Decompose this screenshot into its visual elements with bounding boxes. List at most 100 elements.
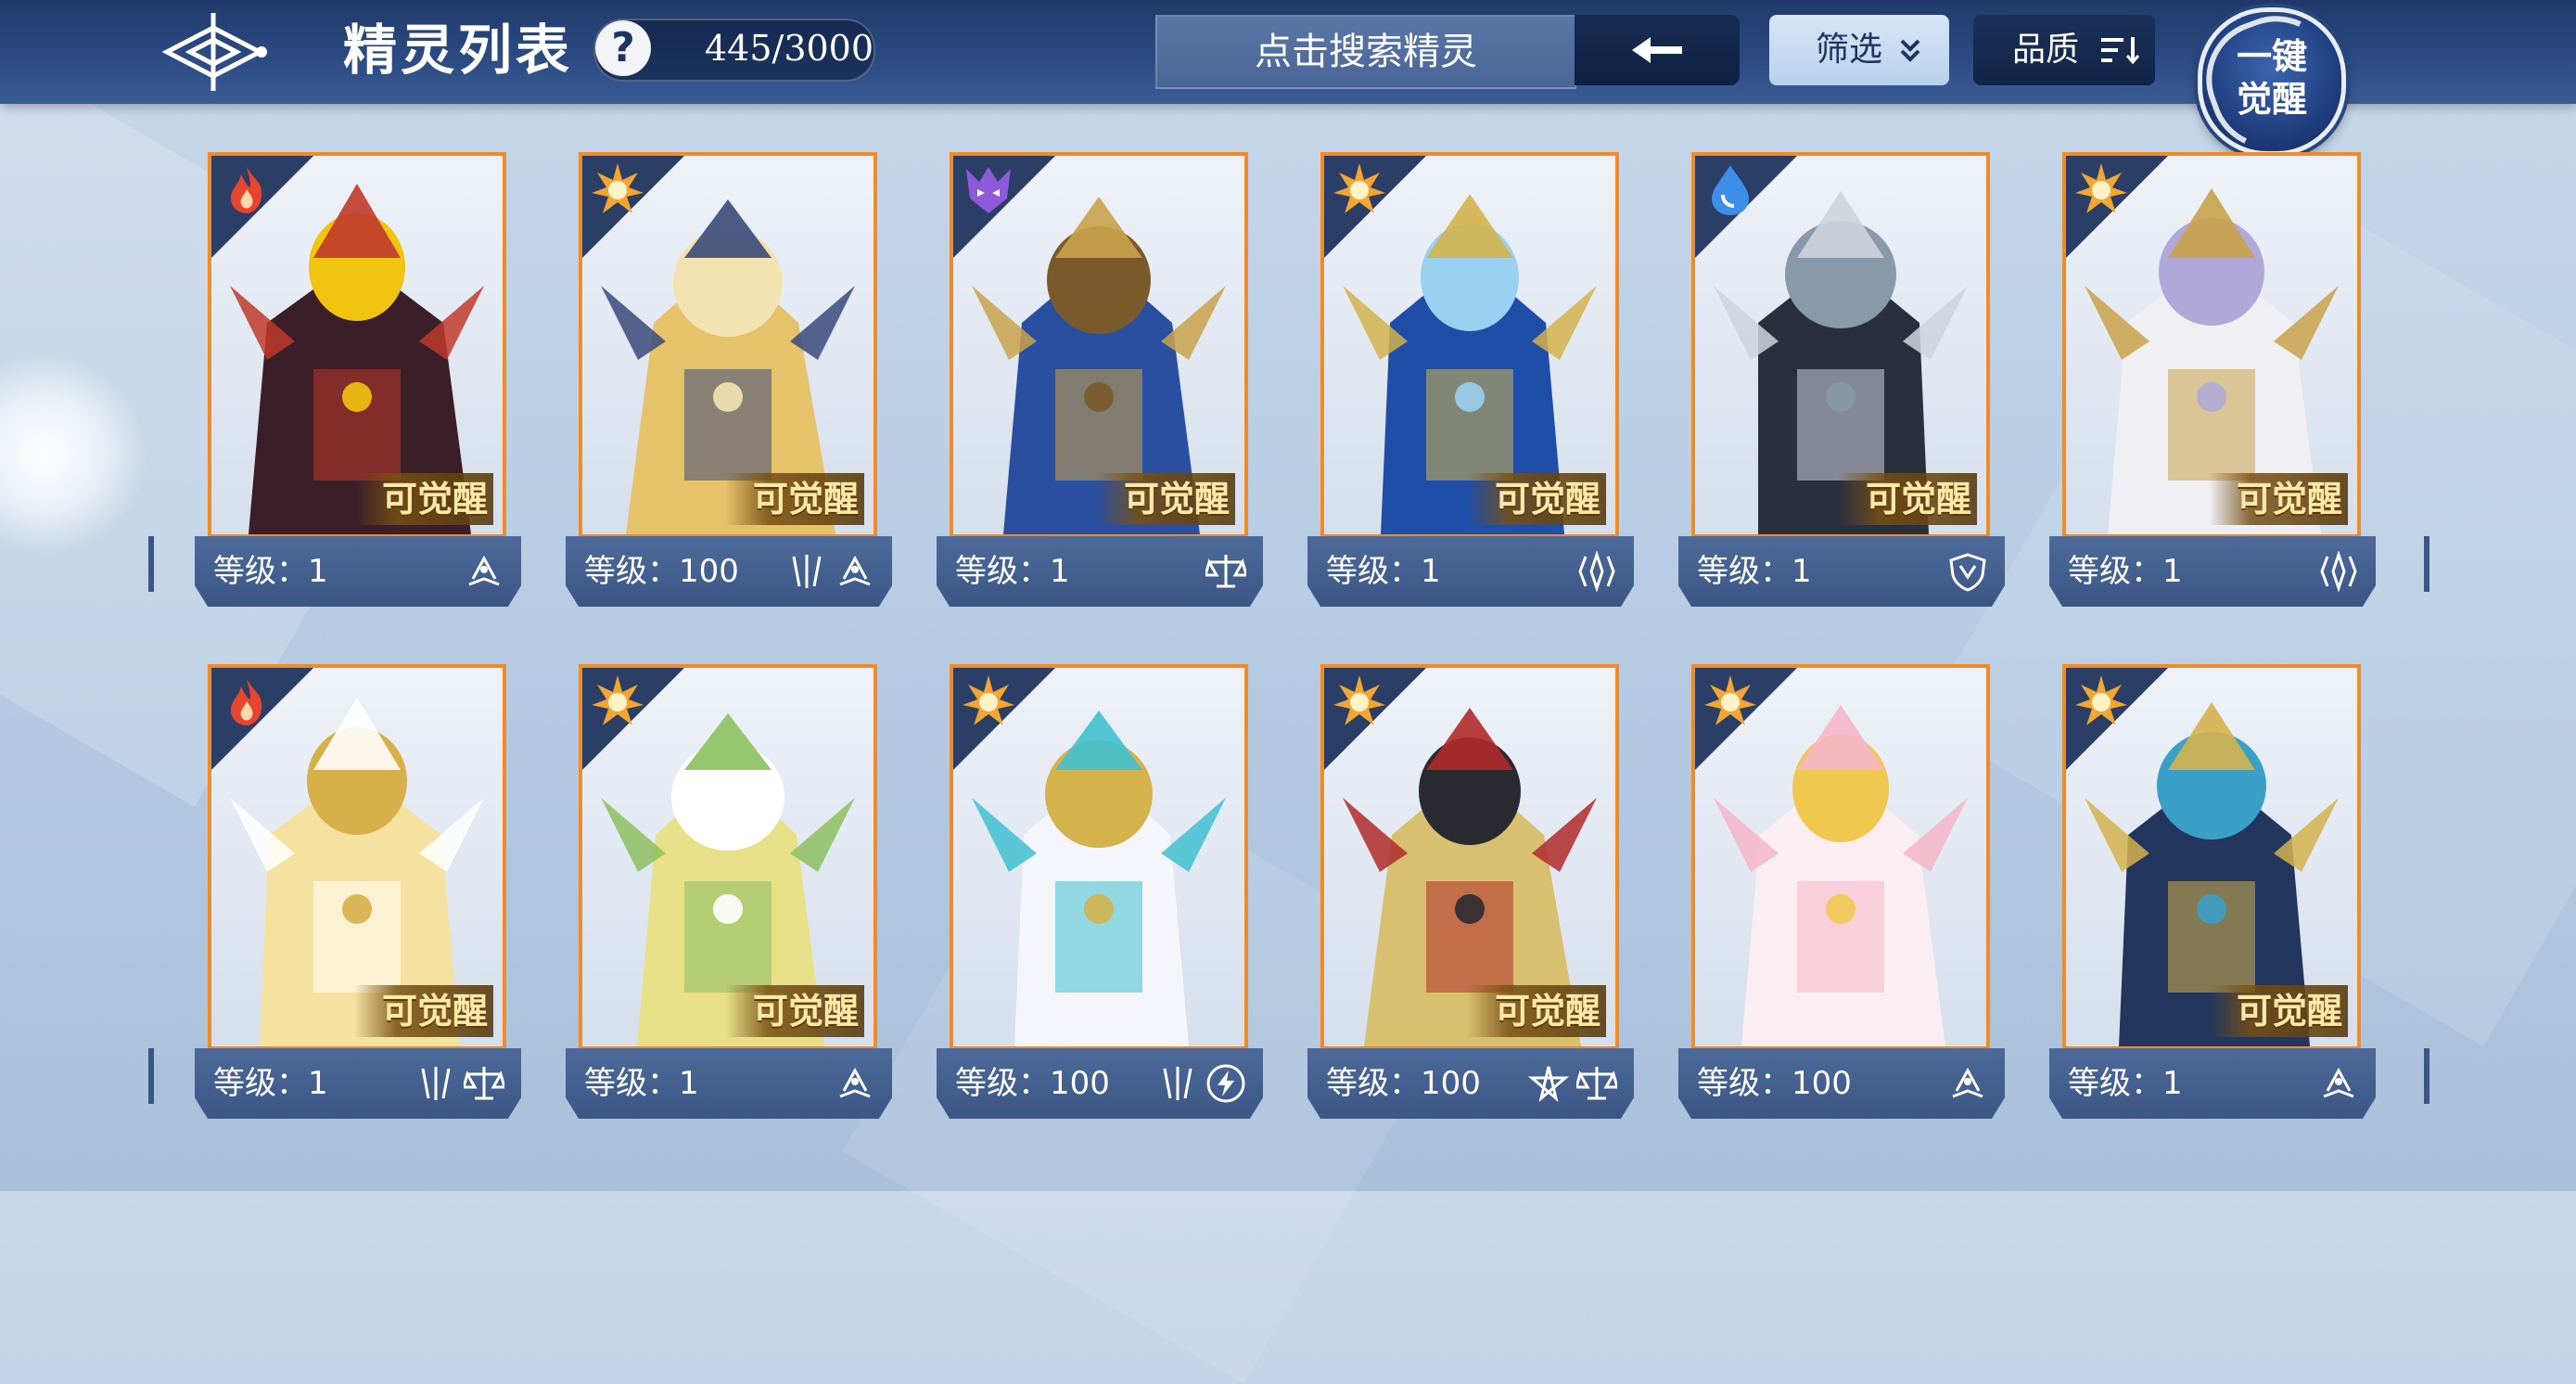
level-value: 1 [1792, 553, 1812, 590]
level-value: 1 [308, 553, 328, 590]
card-footer: 等级：100 [1678, 1048, 2005, 1119]
level-text: 等级：1 [1697, 549, 1812, 594]
skill-icons [1569, 550, 1617, 593]
card-footer: 等级：1 [2049, 1048, 2376, 1119]
level-label: 等级： [1697, 553, 1792, 590]
crystal-icon [1578, 550, 1615, 593]
card-footer: 等级：1 [1678, 536, 2005, 607]
sun-icon [590, 673, 645, 729]
quality-sort-button[interactable]: 品质 [1973, 15, 2155, 85]
level-label: 等级： [2068, 553, 2162, 590]
scale-icon [1204, 555, 1248, 588]
spirit-card[interactable]: 可觉醒等级：1 [2049, 659, 2376, 1119]
spirit-card-frame: 可觉醒 [208, 152, 506, 538]
level-label: 等级： [584, 1065, 679, 1102]
help-button[interactable]: ? [595, 20, 651, 76]
spirit-count: 445/3000 [705, 28, 874, 69]
sun-icon [1702, 673, 1758, 729]
level-value: 1 [2162, 553, 2183, 590]
spirit-card-frame: 可觉醒 [579, 664, 877, 1050]
skill-icons [1521, 1063, 1619, 1104]
sun-icon [590, 161, 645, 217]
back-button[interactable] [1575, 15, 1740, 85]
level-value: 1 [679, 1065, 699, 1102]
skill-icons [456, 551, 504, 592]
one-key-awaken-button[interactable]: 一键 觉醒 [2189, 0, 2356, 166]
skill-icons [1198, 551, 1248, 592]
level-text: 等级：1 [584, 1061, 699, 1106]
spirit-card[interactable]: 可觉醒等级：100 [1307, 659, 1634, 1119]
filter-button[interactable]: 筛选 [1769, 15, 1949, 85]
book-icon [2323, 1067, 2354, 1098]
awakenable-badge: 可觉醒 [354, 985, 493, 1037]
level-value: 1 [1050, 553, 1070, 590]
star-icon [1527, 1066, 1570, 1103]
level-value: 100 [1792, 1065, 1852, 1102]
spirit-card-frame: 可觉醒 [1691, 152, 1990, 538]
card-footer: 等级：1 [1307, 536, 1634, 607]
scale-icon [462, 1067, 506, 1100]
level-text: 等级：100 [584, 549, 739, 594]
scroll-edge-marker [148, 536, 154, 592]
card-footer: 等级：1 [937, 536, 1263, 607]
book-icon [839, 555, 871, 586]
claw-icon [421, 1067, 451, 1100]
level-label: 等级： [2068, 1065, 2162, 1102]
spirit-card-frame: 可觉醒 [2062, 152, 2361, 538]
back-logo-icon[interactable] [158, 9, 278, 95]
fire-icon [219, 161, 274, 217]
spirit-card[interactable]: 等级：100 [937, 659, 1263, 1119]
level-label: 等级： [955, 1065, 1050, 1102]
spirit-card[interactable]: 等级：100 [1678, 659, 2005, 1119]
spirit-card[interactable]: 可觉醒 等级：1 [2049, 147, 2376, 607]
spirit-card-frame [950, 664, 1248, 1050]
demon-icon [961, 161, 1016, 217]
sort-icon [2101, 37, 2140, 65]
card-footer: 等级：1 [195, 536, 521, 607]
level-value: 1 [1421, 553, 1441, 590]
card-footer: 等级：100 [937, 1048, 1263, 1119]
water-icon [1702, 161, 1758, 217]
awaken-label-2: 觉醒 [2236, 78, 2307, 120]
spirit-card-frame: 可觉醒 [2062, 664, 2361, 1050]
scroll-edge-marker [2424, 536, 2429, 592]
skill-icons [827, 1063, 875, 1104]
awakenable-badge: 可觉醒 [354, 473, 493, 525]
claw-icon [792, 555, 822, 588]
level-text: 等级：1 [213, 1061, 328, 1106]
level-label: 等级： [213, 1065, 308, 1102]
spirit-card[interactable]: 可觉醒 等级：1 [195, 659, 521, 1119]
level-text: 等级：1 [2068, 1061, 2183, 1106]
level-text: 等级：1 [2068, 549, 2183, 594]
awakenable-badge: 可觉醒 [1838, 473, 1977, 525]
level-text: 等级：100 [955, 1061, 1110, 1106]
scroll-edge-marker [2424, 1048, 2429, 1104]
skill-icons [2311, 550, 2359, 593]
book-icon [468, 555, 500, 586]
spirit-card[interactable]: 可觉醒 等级：1 [1678, 147, 2005, 607]
level-label: 等级： [1326, 553, 1421, 590]
card-footer: 等级：100 [1307, 1048, 1634, 1119]
spirit-card[interactable]: 可觉醒 等级：1 [1307, 147, 1634, 607]
top-bar: 精灵列表 ? 445/3000 点击搜索精灵 筛选 品质 [0, 0, 2576, 104]
scroll-edge-marker [148, 1048, 154, 1104]
spirit-card[interactable]: 可觉醒 等级：100 [566, 147, 892, 607]
awaken-label-1: 一键 [2236, 35, 2307, 77]
awakenable-badge: 可觉醒 [1467, 985, 1606, 1037]
spirit-card[interactable]: 可觉醒等级：1 [566, 659, 892, 1119]
spirit-card-frame: 可觉醒 [208, 664, 506, 1050]
spirit-card[interactable]: 可觉醒等级：1 [195, 147, 521, 607]
level-text: 等级：100 [1326, 1061, 1481, 1106]
level-value: 100 [679, 553, 739, 590]
spirit-card[interactable]: 可觉醒 等级：1 [937, 147, 1263, 607]
level-value: 1 [2162, 1065, 2183, 1102]
awakenable-badge: 可觉醒 [2209, 473, 2348, 525]
level-label: 等级： [1697, 1065, 1792, 1102]
level-value: 100 [1421, 1065, 1481, 1102]
level-text: 等级：1 [1326, 549, 1441, 594]
search-input[interactable]: 点击搜索精灵 [1155, 15, 1576, 89]
skill-icons [1940, 551, 1988, 592]
spirit-card-frame [1691, 664, 1990, 1050]
card-footer: 等级：1 [566, 1048, 892, 1119]
fire-icon [219, 673, 274, 729]
